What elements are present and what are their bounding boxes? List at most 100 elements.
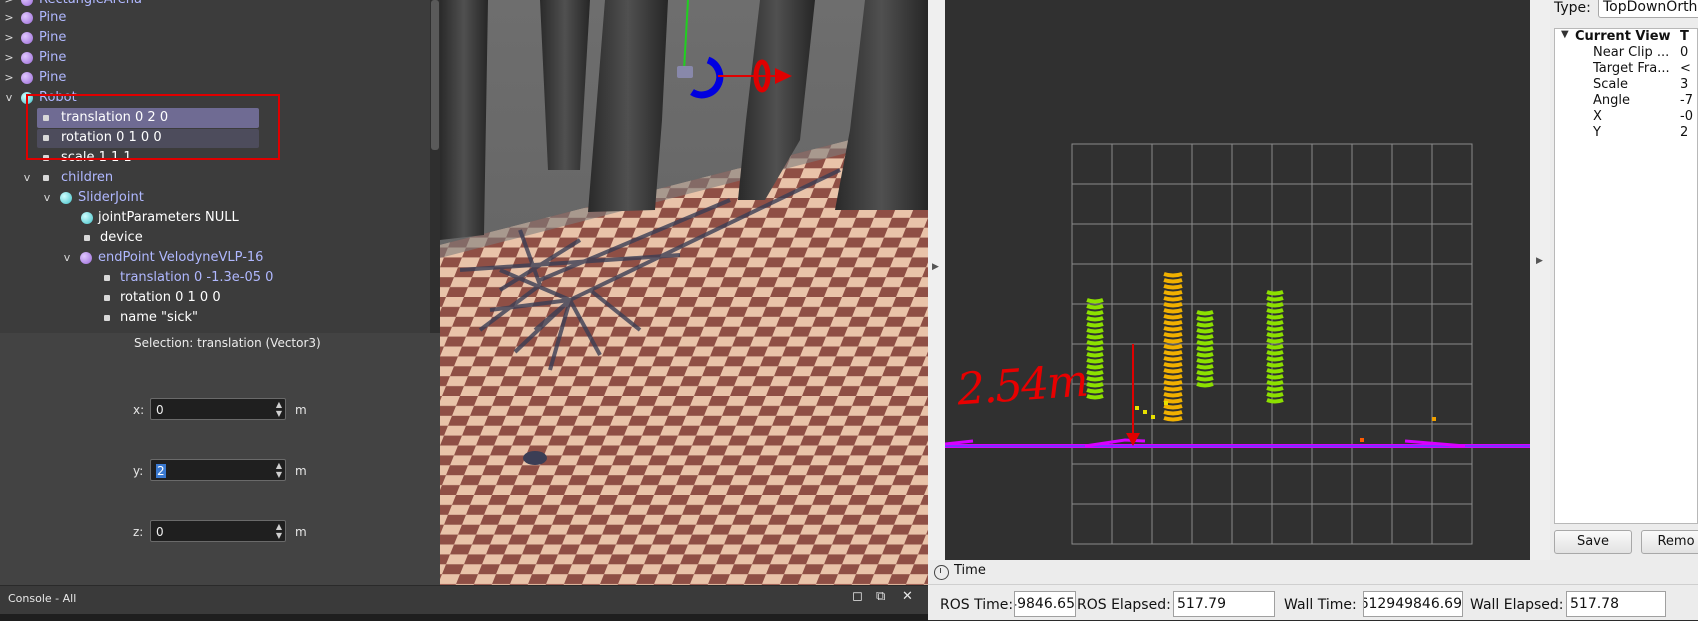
expand-right-icon[interactable]: ▶ [1536,256,1543,266]
time-panel: Time ROS Time: 612949846.65 ROS Elapsed:… [928,560,1698,620]
3d-viewport[interactable] [440,0,928,585]
left-collapse-strip[interactable]: ▶ [928,0,945,560]
point-cluster-segment [1086,382,1104,388]
console-bar: Console - All ◻ ⧉ ✕ [0,585,928,621]
point-cluster-segment [1086,304,1104,310]
distance-annotation: 2.54m [955,355,1089,416]
cyan-node-icon [60,192,72,204]
property-value[interactable]: 0 [1680,45,1688,60]
z-input[interactable]: 0 ▲ ▼ [150,520,286,542]
expand-arrow-icon[interactable]: > [3,28,15,48]
z-value: 0 [156,525,164,539]
3d-scene [440,0,928,585]
restore-icon[interactable]: ⧉ [876,589,885,604]
spin-arrows-icon[interactable]: ▲ ▼ [276,522,282,540]
scrollbar-thumb[interactable] [431,0,439,150]
x-label: x: [133,403,145,417]
collapse-arrow-icon[interactable]: v [61,248,73,268]
point-cluster-segment [1163,374,1183,380]
point-cluster-segment [1266,296,1284,302]
point-cluster-segment [1163,404,1183,410]
point-cluster-segment [1086,358,1104,364]
clock-icon [934,565,949,580]
expand-arrow-icon[interactable]: > [3,68,15,88]
y-input[interactable]: 2 ▲ ▼ [150,459,286,481]
rviz-render-view[interactable]: 2.54m [945,0,1530,560]
expand-arrow-icon[interactable]: > [3,8,15,28]
point-cluster-segment [1196,376,1214,382]
point-cluster-segment [1163,272,1183,278]
point-cluster-segment [1196,352,1214,358]
z-unit: m [295,525,307,539]
x-input[interactable]: 0 ▲ ▼ [150,398,286,420]
point-cluster-segment [1086,328,1104,334]
x-unit: m [295,403,307,417]
purple-node-icon [21,12,33,24]
point-cluster-segment [1086,316,1104,322]
right-collapse-strip[interactable]: ▶ [1530,0,1550,560]
spin-arrows-icon[interactable]: ▲ ▼ [276,400,282,418]
tree-item-label: name "sick" [120,310,199,325]
clock-hand [940,568,941,573]
collapse-arrow-icon[interactable]: v [3,88,15,108]
field-icon [104,295,110,301]
field-icon [104,315,110,321]
current-view-header-value: T [1680,29,1689,44]
tree-item-label: SliderJoint [78,190,144,205]
float-icon[interactable]: ◻ [852,589,863,604]
point-cluster-segment [1196,346,1214,352]
point-cluster-segment [1163,350,1183,356]
property-value[interactable]: -0 [1680,109,1693,124]
point-cluster-segment [1163,320,1183,326]
ros-elapsed-field[interactable]: 517.79 [1173,591,1275,617]
point-cluster-segment [1266,308,1284,314]
point-cluster-segment [1163,344,1183,350]
field-icon [104,275,110,281]
point-cluster-segment [1163,392,1183,398]
point-cluster-segment [1163,368,1183,374]
y-value: 2 [156,464,166,478]
property-value[interactable]: 2 [1680,125,1688,140]
tree-item-label: jointParameters NULL [98,210,239,225]
wall-elapsed-value: 517.78 [1570,596,1619,612]
wall-elapsed-field[interactable]: 517.78 [1566,591,1666,617]
remove-button[interactable]: Remo [1641,530,1698,554]
point-cluster-segment [1163,338,1183,344]
tree-item-label: endPoint VelodyneVLP-16 [98,250,264,265]
point-cluster-segment [1086,352,1104,358]
rviz-scene [945,0,1530,560]
wall-elapsed-label: Wall Elapsed: [1470,597,1564,613]
y-label: y: [133,464,144,478]
property-value[interactable]: < [1680,61,1691,76]
save-button[interactable]: Save [1554,530,1632,554]
tree-scrollbar[interactable] [430,0,440,333]
tree-item-label: rotation 0 1 0 0 [120,290,221,305]
property-value[interactable]: -7 [1680,93,1693,108]
point-cluster-segment [1196,316,1214,322]
point-cluster-segment [1266,344,1284,350]
property-value[interactable]: 3 [1680,77,1688,92]
ros-elapsed-label: ROS Elapsed: [1077,597,1171,613]
expand-arrow-icon[interactable]: > [3,48,15,68]
point-cluster-segment [1266,326,1284,332]
field-editor-panel: Selection: translation (Vector3) x: 0 ▲ ▼… [0,333,440,585]
tree-item-label: Pine [39,50,67,65]
point-cluster-segment [1086,322,1104,328]
collapse-arrow-icon[interactable]: ▼ [1561,29,1569,40]
ros-time-field[interactable]: 612949846.65 [1014,591,1076,617]
x-value: 0 [156,403,164,417]
point-cluster-segment [1266,314,1284,320]
collapse-arrow-icon[interactable]: v [41,188,53,208]
point-cluster-segment [1196,358,1214,364]
close-icon[interactable]: ✕ [902,589,913,604]
expand-left-icon[interactable]: ▶ [932,262,939,272]
point-cluster-segment [1196,310,1214,316]
wall-time-field[interactable]: 612949846.69 [1363,591,1463,617]
type-dropdown[interactable]: TopDownOrth [1598,0,1698,18]
spin-arrows-icon[interactable]: ▲ ▼ [276,461,282,479]
current-view-header[interactable]: Current View [1575,29,1671,44]
point-cluster-segment [1196,364,1214,370]
point-cluster-segment [1266,302,1284,308]
ros-time-label: ROS Time: [940,597,1014,613]
collapse-arrow-icon[interactable]: v [21,168,33,188]
